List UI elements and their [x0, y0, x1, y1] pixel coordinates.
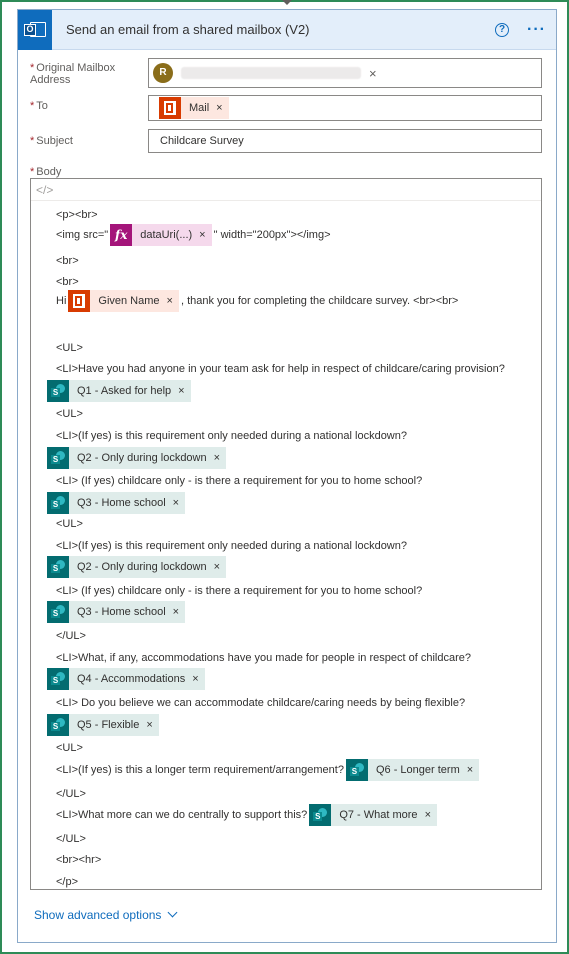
body-line: S Q4 - Accommodations ×: [47, 668, 205, 690]
body-line: <br><hr>: [56, 854, 102, 866]
remove-icon[interactable]: ×: [192, 673, 198, 685]
connector-arrow-icon: [282, 0, 292, 5]
sharepoint-icon: S: [47, 492, 69, 514]
avatar: R: [153, 63, 173, 83]
remove-icon[interactable]: ×: [167, 295, 173, 307]
mailbox-label: * Original Mailbox Address: [30, 62, 116, 86]
sharepoint-icon: S: [309, 804, 332, 826]
q3-token[interactable]: S Q3 - Home school ×: [47, 601, 186, 623]
body-line: <p><br>: [56, 209, 98, 221]
body-line: <LI>What, if any, accommodations have yo…: [56, 652, 471, 664]
body-line: <LI>Have you had anyone in your team ask…: [56, 363, 505, 375]
to-label: * To: [30, 100, 48, 112]
body-label: * Body: [30, 166, 62, 178]
sharepoint-icon: S: [47, 380, 69, 402]
body-line: <UL>: [56, 342, 83, 354]
body-line: <LI>What more can we do centrally to sup…: [56, 804, 437, 826]
card-title: Send an email from a shared mailbox (V2): [66, 22, 310, 37]
body-line: </UL>: [56, 833, 86, 845]
office-icon: [68, 290, 91, 312]
help-icon[interactable]: ?: [495, 22, 510, 37]
remove-icon[interactable]: ×: [216, 102, 222, 114]
remove-icon[interactable]: ×: [173, 497, 179, 509]
card-header[interactable]: O Send an email from a shared mailbox (V…: [18, 9, 556, 50]
body-line: <LI> (If yes) childcare only - is there …: [56, 475, 423, 487]
expression-token[interactable]: fx dataUri(...) ×: [110, 224, 212, 246]
q6-token[interactable]: S Q6 - Longer term ×: [345, 759, 480, 781]
body-line: S Q2 - Only during lockdown ×: [47, 447, 227, 469]
body-line: <UL>: [56, 742, 83, 754]
more-options-icon[interactable]: ···: [527, 21, 546, 37]
sharepoint-icon: S: [47, 601, 69, 623]
remove-icon[interactable]: ×: [425, 809, 431, 821]
body-line: S Q5 - Flexible ×: [47, 714, 159, 736]
remove-icon[interactable]: ×: [178, 385, 184, 397]
to-input[interactable]: Mail ×: [148, 95, 542, 121]
body-line: <br>: [56, 276, 79, 288]
remove-icon[interactable]: ×: [214, 452, 220, 464]
sharepoint-icon: S: [47, 668, 69, 690]
subject-input[interactable]: Childcare Survey: [148, 129, 542, 153]
body-line: </p>: [56, 876, 79, 888]
remove-icon[interactable]: ×: [146, 719, 152, 731]
code-view-icon[interactable]: </>: [31, 179, 541, 201]
mailbox-input[interactable]: R ×: [148, 58, 542, 88]
sharepoint-icon: S: [47, 714, 69, 736]
body-line: S Q3 - Home school ×: [47, 601, 186, 623]
body-editor[interactable]: </> <p><br> <img src=" fx dataUri(...) ×…: [30, 178, 542, 890]
remove-icon[interactable]: ×: [214, 561, 220, 573]
body-line: <LI> Do you believe we can accommodate c…: [56, 697, 466, 709]
remove-icon[interactable]: ×: [173, 606, 179, 618]
body-line: <UL>: [56, 408, 83, 420]
body-line: <LI>(If yes) is this a longer term requi…: [56, 759, 480, 781]
q3-token[interactable]: S Q3 - Home school ×: [47, 492, 186, 514]
body-line: S Q3 - Home school ×: [47, 492, 186, 514]
subject-label: * Subject: [30, 135, 73, 147]
remove-icon[interactable]: ×: [199, 229, 205, 241]
body-line: <br>: [56, 255, 79, 267]
remove-icon[interactable]: ×: [467, 764, 473, 776]
body-line: <LI>(If yes) is this requirement only ne…: [56, 430, 407, 442]
body-line: </UL>: [56, 788, 86, 800]
q2-token[interactable]: S Q2 - Only during lockdown ×: [47, 447, 227, 469]
remove-icon[interactable]: ×: [369, 66, 377, 81]
sharepoint-icon: S: [47, 447, 69, 469]
show-advanced-options-link[interactable]: Show advanced options: [34, 907, 178, 922]
given-name-token[interactable]: Given Name ×: [68, 290, 179, 312]
chevron-down-icon: [167, 907, 178, 918]
body-line: <img src=" fx dataUri(...) × " width="20…: [56, 224, 331, 246]
body-line: <LI>(If yes) is this requirement only ne…: [56, 540, 407, 552]
outlook-icon: O: [18, 9, 52, 50]
q2-token[interactable]: S Q2 - Only during lockdown ×: [47, 556, 227, 578]
fx-icon: fx: [110, 224, 133, 246]
redacted-email: [181, 67, 361, 79]
q5-token[interactable]: S Q5 - Flexible ×: [47, 714, 159, 736]
q7-token[interactable]: S Q7 - What more ×: [309, 804, 437, 826]
q1-token[interactable]: S Q1 - Asked for help ×: [47, 380, 191, 402]
body-line: S Q1 - Asked for help ×: [47, 380, 191, 402]
body-line: </UL>: [56, 630, 86, 642]
mail-token[interactable]: Mail ×: [159, 97, 229, 119]
q4-token[interactable]: S Q4 - Accommodations ×: [47, 668, 205, 690]
body-line: <UL>: [56, 518, 83, 530]
body-line: S Q2 - Only during lockdown ×: [47, 556, 227, 578]
sharepoint-icon: S: [47, 556, 69, 578]
body-line: <LI> (If yes) childcare only - is there …: [56, 585, 423, 597]
sharepoint-icon: S: [345, 759, 368, 781]
body-line: Hi Given Name × , thank you for completi…: [56, 290, 458, 312]
action-card: O Send an email from a shared mailbox (V…: [17, 9, 557, 943]
office-icon: [159, 97, 181, 119]
